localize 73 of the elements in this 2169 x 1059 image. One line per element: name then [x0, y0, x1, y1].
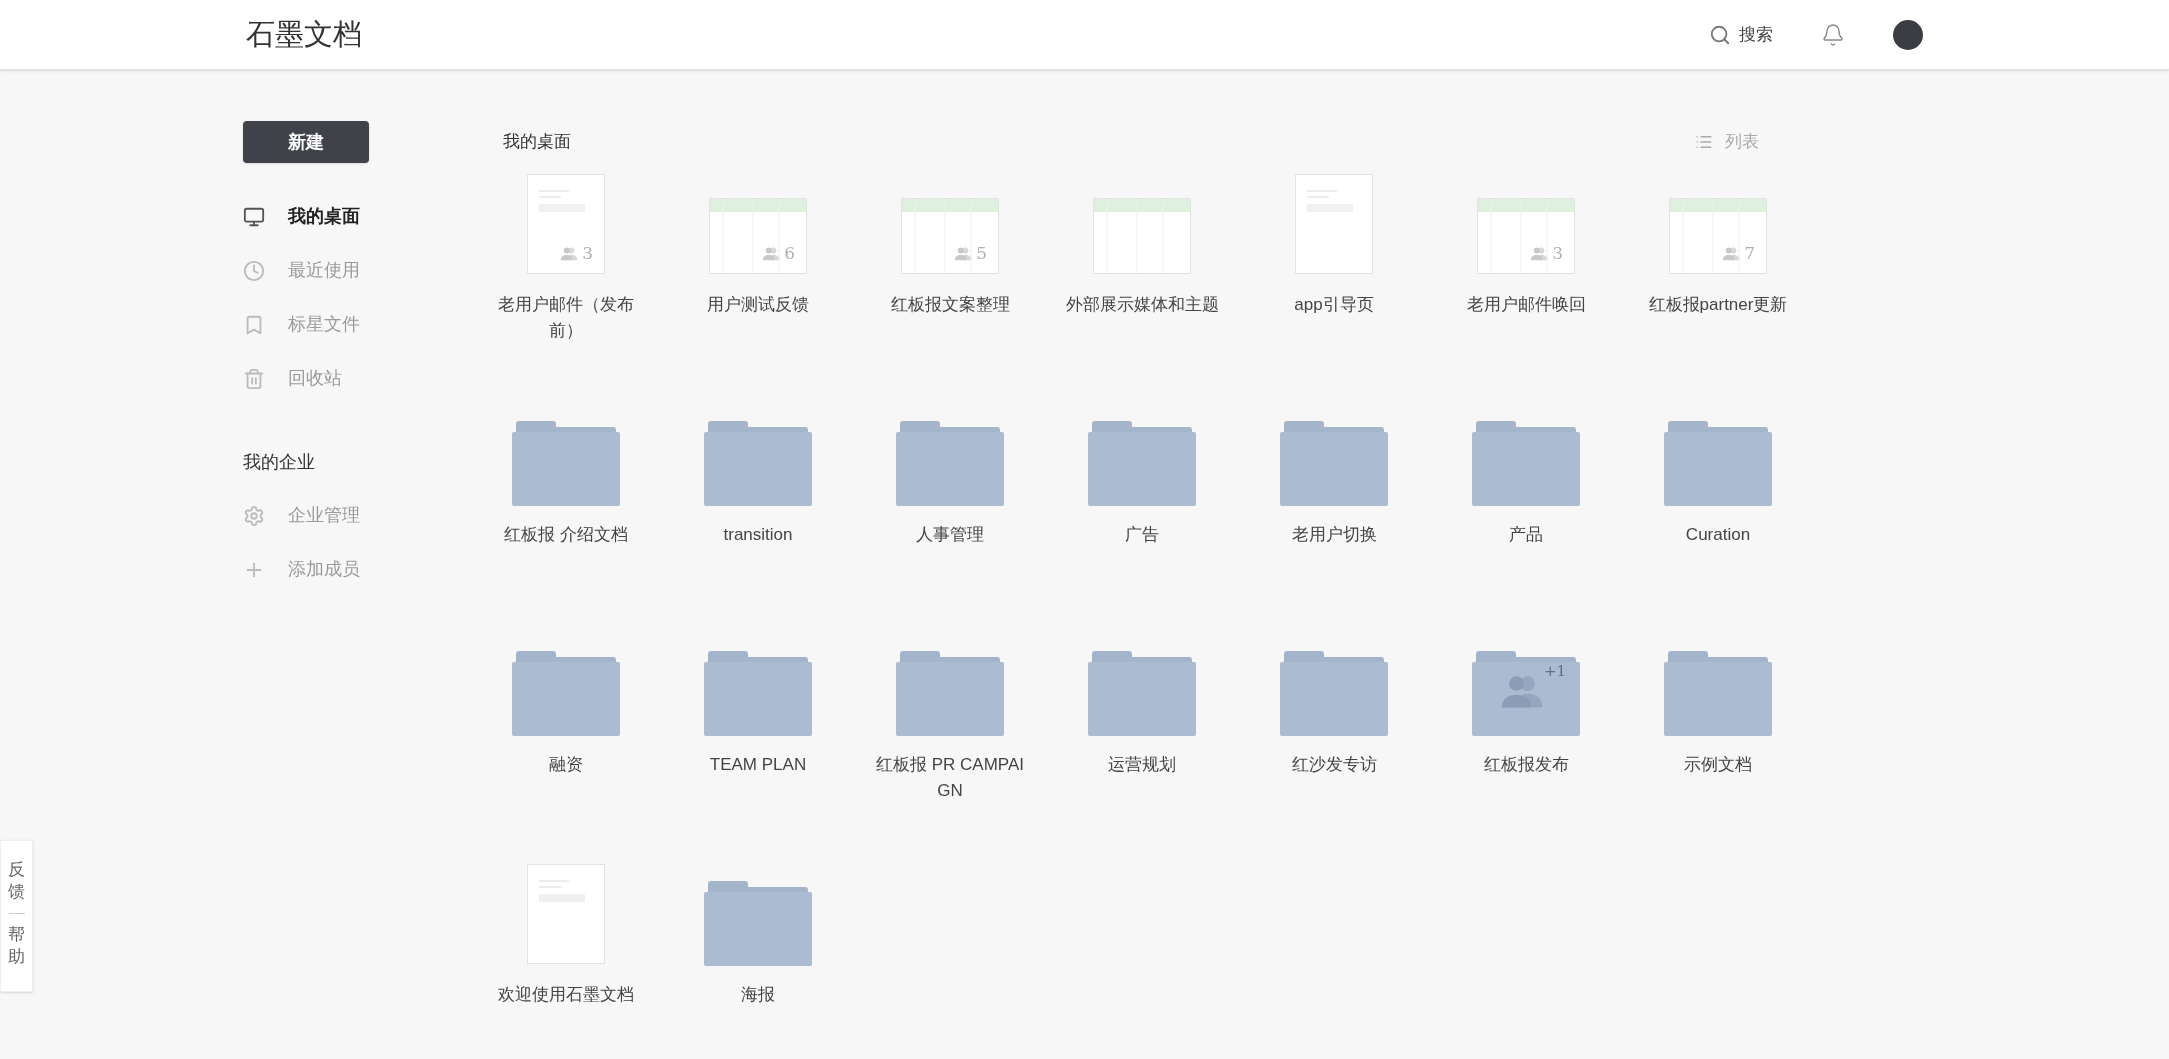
people-icon: [560, 245, 579, 261]
settings-icon: [243, 504, 265, 527]
share-count: +1: [1543, 661, 1566, 682]
document-icon: [1295, 174, 1373, 274]
file-name[interactable]: 产品: [1446, 522, 1606, 548]
file-name[interactable]: 外部展示媒体和主题: [1062, 292, 1222, 318]
search-button[interactable]: 搜索: [1709, 21, 1773, 48]
file-name[interactable]: 海报: [678, 982, 838, 1008]
file-name[interactable]: 示例文档: [1638, 752, 1798, 778]
file-name[interactable]: 用户测试反馈: [678, 292, 838, 318]
file-name[interactable]: 欢迎使用石墨文档: [486, 982, 646, 1008]
app-logo[interactable]: 石墨文档: [246, 12, 362, 57]
folder-icon: [896, 420, 1004, 506]
file-name[interactable]: app引导页: [1254, 292, 1414, 318]
file-name[interactable]: 红板报 PR CAMPAIGN: [870, 752, 1030, 804]
file-name[interactable]: 运营规划: [1062, 752, 1222, 778]
desktop-icon: [243, 205, 265, 228]
people-icon: [762, 245, 781, 261]
user-avatar[interactable]: [1893, 19, 1923, 50]
feedback-button[interactable]: 反馈: [8, 859, 25, 904]
file-name[interactable]: 融资: [486, 752, 646, 778]
folder-icon: [1280, 650, 1388, 736]
spreadsheet-icon: [901, 198, 999, 274]
file-name[interactable]: 红板报发布: [1446, 752, 1606, 778]
share-count: 7: [1744, 241, 1755, 265]
share-count: 5: [976, 241, 987, 265]
people-icon: [1530, 245, 1549, 261]
file-name[interactable]: transition: [678, 522, 838, 548]
folder-icon: [1664, 420, 1772, 506]
people-icon: [954, 245, 973, 261]
folder-icon: [1664, 650, 1772, 736]
folder-icon: [512, 420, 620, 506]
share-count: 3: [1552, 241, 1563, 265]
file-name[interactable]: 红板报 介绍文档: [486, 522, 646, 548]
folder-icon: [1472, 650, 1580, 736]
file-name[interactable]: 老用户邮件（发布前）: [486, 292, 646, 344]
breadcrumb: 我的桌面: [503, 131, 571, 154]
search-icon: [1709, 23, 1731, 46]
notification-bell-icon[interactable]: [1821, 22, 1845, 47]
file-name[interactable]: 老用户切换: [1254, 522, 1414, 548]
file-name[interactable]: 老用户邮件唤回: [1446, 292, 1606, 318]
file-name[interactable]: 红板报文案整理: [870, 292, 1030, 318]
folder-icon: [896, 650, 1004, 736]
folder-icon: [1280, 420, 1388, 506]
spreadsheet-icon: [1669, 198, 1767, 274]
list-icon: [1695, 133, 1713, 151]
spreadsheet-icon: [1093, 198, 1191, 274]
section-title: 我的企业: [243, 451, 316, 474]
share-count: 3: [582, 241, 593, 265]
clock-icon: [243, 259, 265, 282]
file-name[interactable]: Curation: [1638, 522, 1798, 548]
people-icon: [1722, 245, 1741, 261]
folder-icon: [1088, 650, 1196, 736]
spreadsheet-icon: [709, 198, 807, 274]
folder-icon: [1088, 420, 1196, 506]
document-icon: [527, 174, 605, 274]
spreadsheet-icon: [1477, 198, 1575, 274]
folder-icon: [704, 420, 812, 506]
file-name[interactable]: 红板报partner更新: [1638, 292, 1798, 318]
file-name[interactable]: 人事管理: [870, 522, 1030, 548]
folder-icon: [704, 880, 812, 966]
trash-icon: [243, 367, 265, 390]
folder-icon: [1472, 420, 1580, 506]
file-name[interactable]: 红沙发专访: [1254, 752, 1414, 778]
file-name[interactable]: TEAM PLAN: [678, 752, 838, 778]
sidebar-item[interactable]: 我的桌面: [243, 201, 470, 232]
folder-icon: [704, 650, 812, 736]
document-icon: [527, 864, 605, 964]
file-name[interactable]: 广告: [1062, 522, 1222, 548]
new-button[interactable]: 新建: [243, 121, 369, 163]
help-button[interactable]: 帮助: [8, 924, 25, 969]
share-count: 6: [784, 241, 795, 265]
folder-icon: [512, 650, 620, 736]
